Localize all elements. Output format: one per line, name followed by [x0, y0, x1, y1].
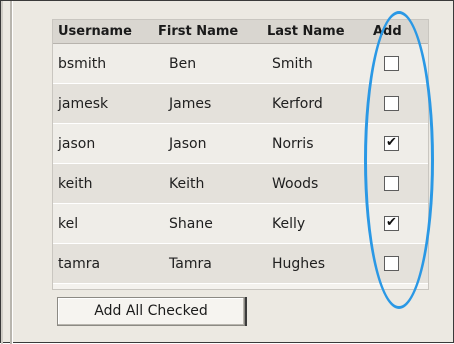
cell-last-name: Woods — [272, 176, 319, 192]
button-shadow-edge — [245, 297, 247, 326]
table-row: kel Shane Kelly ✔ — [53, 204, 428, 244]
cell-first-name: Ben — [169, 56, 197, 72]
checkmark-icon: ✔ — [386, 135, 397, 150]
add-all-checked-button[interactable]: Add All Checked — [57, 297, 247, 326]
cell-last-name: Hughes — [272, 256, 326, 272]
table-header: Username First Name Last Name Add — [53, 20, 428, 44]
add-checkbox[interactable] — [384, 56, 399, 71]
cell-username: kel — [58, 216, 79, 232]
cell-last-name: Kerford — [272, 96, 323, 112]
cell-first-name: Keith — [169, 176, 205, 192]
table-row: bsmith Ben Smith — [53, 44, 428, 84]
panel-divider — [10, 1, 13, 344]
cell-username: jamesk — [58, 96, 109, 112]
cell-username: jason — [58, 136, 96, 152]
cell-username: bsmith — [58, 56, 107, 72]
add-checkbox[interactable]: ✔ — [384, 215, 399, 231]
add-checkbox[interactable]: ✔ — [384, 135, 399, 151]
header-first-name[interactable]: First Name — [158, 20, 238, 44]
users-table: Username First Name Last Name Add bsmith… — [52, 19, 429, 290]
table-row: jason Jason Norris ✔ — [53, 124, 428, 164]
window-panel: Username First Name Last Name Add bsmith… — [0, 0, 454, 344]
cell-last-name: Kelly — [272, 216, 306, 232]
add-all-checked-label: Add All Checked — [94, 303, 208, 319]
add-checkbox[interactable] — [384, 256, 399, 271]
table-row: keith Keith Woods — [53, 164, 428, 204]
checkmark-icon: ✔ — [386, 215, 397, 230]
header-add[interactable]: Add — [373, 20, 402, 44]
cell-first-name: Tamra — [169, 256, 212, 272]
cell-last-name: Norris — [272, 136, 314, 152]
cell-first-name: Shane — [169, 216, 213, 232]
header-username[interactable]: Username — [58, 20, 132, 44]
table-row: tamra Tamra Hughes — [53, 244, 428, 284]
cell-first-name: Jason — [169, 136, 207, 152]
add-checkbox[interactable] — [384, 96, 399, 111]
header-last-name[interactable]: Last Name — [267, 20, 345, 44]
cell-username: keith — [58, 176, 93, 192]
cell-first-name: James — [169, 96, 212, 112]
panel-left-edge — [1, 1, 3, 344]
cell-username: tamra — [58, 256, 101, 272]
cell-last-name: Smith — [272, 56, 313, 72]
add-checkbox[interactable] — [384, 176, 399, 191]
table-row: jamesk James Kerford — [53, 84, 428, 124]
